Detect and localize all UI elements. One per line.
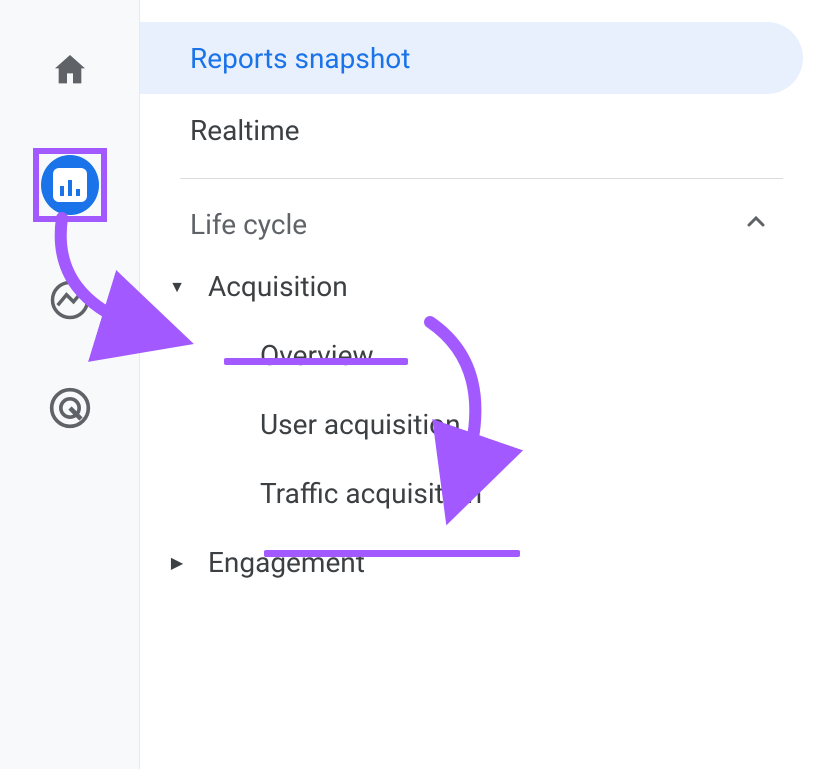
nav-realtime[interactable]: Realtime: [140, 94, 803, 166]
advertising-icon: [48, 386, 92, 430]
nav-item-label: Traffic acquisition: [260, 477, 482, 510]
annotation-underline: [224, 358, 408, 365]
nav-home[interactable]: [40, 40, 100, 100]
nav-overview[interactable]: Overview: [140, 321, 823, 390]
nav-item-label: Realtime: [190, 114, 300, 147]
icon-rail: [0, 0, 140, 769]
nav-traffic-acquisition[interactable]: Traffic acquisition: [140, 459, 823, 528]
section-life-cycle[interactable]: Life cycle: [140, 179, 823, 252]
nav-explore[interactable]: [40, 270, 100, 330]
nav-reports[interactable]: [33, 148, 107, 222]
chevron-up-icon: [744, 207, 768, 242]
nav-item-label: Acquisition: [208, 270, 348, 303]
home-icon: [50, 50, 90, 90]
caret-down-icon: ▼: [156, 277, 198, 297]
nav-item-label: User acquisition: [260, 408, 461, 441]
section-label: Life cycle: [190, 208, 307, 241]
explore-icon: [49, 279, 91, 321]
caret-right-icon: ▶: [156, 553, 198, 572]
reports-icon: [41, 155, 99, 215]
nav-item-label: Reports snapshot: [190, 42, 410, 75]
nav-item-label: Overview: [260, 339, 374, 372]
annotation-underline: [264, 550, 520, 557]
nav-acquisition[interactable]: ▼ Acquisition: [140, 252, 823, 321]
nav-advertising[interactable]: [40, 378, 100, 438]
nav-reports-snapshot[interactable]: Reports snapshot: [140, 22, 803, 94]
reports-nav-panel: Reports snapshot Realtime Life cycle ▼ A…: [140, 0, 823, 769]
nav-engagement[interactable]: ▶ Engagement: [140, 528, 823, 597]
nav-user-acquisition[interactable]: User acquisition: [140, 390, 823, 459]
